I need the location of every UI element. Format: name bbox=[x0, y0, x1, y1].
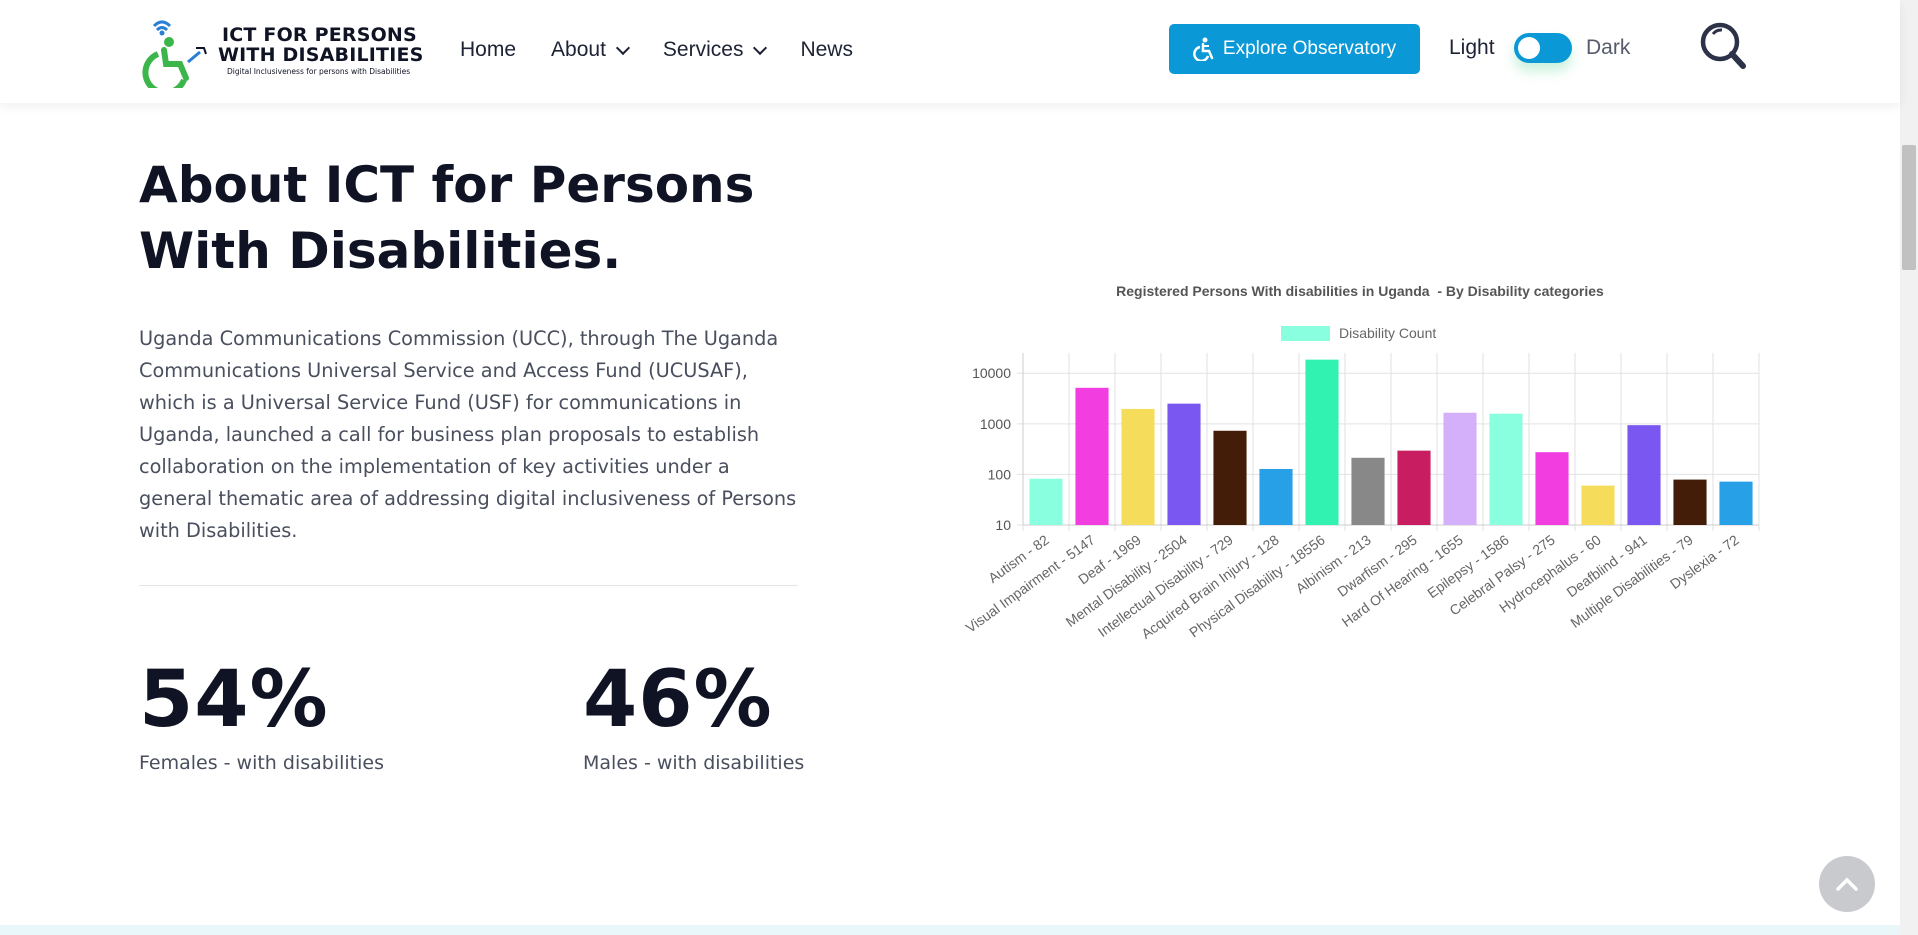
chart-canvas: 10100100010000Autism - 82Visual Impairme… bbox=[963, 353, 1760, 642]
nav-about-label: About bbox=[551, 38, 606, 61]
stat-females: 54% Females - with disabilities bbox=[139, 650, 384, 774]
main-nav: Home About Services News bbox=[460, 0, 888, 100]
theme-toggle[interactable] bbox=[1514, 33, 1572, 63]
scrollbar-thumb[interactable] bbox=[1902, 145, 1916, 270]
disability-chart: Registered Persons With disabilities in … bbox=[950, 270, 1770, 670]
y-tick-label: 10000 bbox=[972, 365, 1011, 381]
chart-bar[interactable] bbox=[1259, 468, 1293, 525]
chart-bar[interactable] bbox=[1719, 481, 1753, 525]
stat-value: 46% bbox=[583, 655, 773, 745]
site-header: ICT FOR PERSONS WITH DISABILITIES Digita… bbox=[0, 0, 1900, 103]
chart-bar[interactable] bbox=[1627, 425, 1661, 525]
chart-bar[interactable] bbox=[1029, 478, 1063, 525]
search-button[interactable] bbox=[1698, 20, 1748, 70]
nav-services-label: Services bbox=[662, 38, 744, 61]
explore-observatory-button[interactable]: Explore Observatory bbox=[1169, 24, 1420, 74]
nav-news-label: News bbox=[800, 38, 853, 61]
y-tick-label: 10 bbox=[995, 517, 1011, 533]
chart-bar[interactable] bbox=[1535, 452, 1569, 525]
chart-bar[interactable] bbox=[1489, 413, 1523, 525]
nav-services[interactable]: Services bbox=[662, 38, 768, 62]
stat-value: 54% bbox=[139, 655, 329, 745]
toggle-knob bbox=[1518, 37, 1540, 59]
nav-home[interactable]: Home bbox=[460, 38, 516, 62]
divider bbox=[139, 585, 798, 586]
page-scrollbar[interactable] bbox=[1900, 0, 1918, 935]
chevron-up-icon bbox=[1836, 877, 1858, 891]
wheelchair-logo-icon bbox=[142, 20, 207, 88]
logo-line1: ICT FOR PERSONS bbox=[222, 24, 417, 46]
chart-bar[interactable] bbox=[1121, 408, 1155, 525]
about-paragraph: Uganda Communications Commission (UCC), … bbox=[139, 327, 797, 542]
logo-tagline: Digital Inclusiveness for persons with D… bbox=[227, 67, 411, 76]
nav-about[interactable]: About bbox=[551, 38, 630, 62]
chevron-down-icon bbox=[615, 40, 630, 55]
chart-bar[interactable] bbox=[1581, 485, 1615, 525]
chart-bar[interactable] bbox=[1397, 450, 1431, 525]
explore-button-label: Explore Observatory bbox=[1222, 38, 1397, 59]
nav-home-label: Home bbox=[460, 38, 517, 61]
chevron-down-icon bbox=[753, 40, 768, 55]
chart-bar[interactable] bbox=[1673, 479, 1707, 525]
chart-bar[interactable] bbox=[1167, 403, 1201, 525]
y-tick-label: 100 bbox=[988, 466, 1012, 482]
search-icon bbox=[1700, 22, 1746, 69]
nav-news[interactable]: News bbox=[800, 38, 853, 62]
chart-bar[interactable] bbox=[1351, 457, 1385, 525]
site-logo[interactable]: ICT FOR PERSONS WITH DISABILITIES Digita… bbox=[140, 12, 423, 88]
back-to-top-button[interactable] bbox=[1819, 856, 1875, 912]
logo-line2: WITH DISABILITIES bbox=[218, 44, 424, 66]
page-title: About ICT for Persons With Disabilities. bbox=[139, 156, 755, 280]
stat-males: 46% Males - with disabilities bbox=[583, 650, 804, 774]
stat-label: Females - with disabilities bbox=[139, 752, 384, 774]
theme-dark-label: Dark bbox=[1586, 36, 1631, 59]
theme-light-label: Light bbox=[1449, 36, 1495, 59]
footer-strip bbox=[0, 925, 1900, 935]
chart-bar[interactable] bbox=[1213, 430, 1247, 525]
accessibility-icon bbox=[1193, 37, 1214, 61]
chart-bar[interactable] bbox=[1075, 387, 1109, 525]
stat-label: Males - with disabilities bbox=[583, 752, 805, 774]
chart-bar[interactable] bbox=[1443, 412, 1477, 525]
chart-bar[interactable] bbox=[1305, 359, 1339, 525]
y-tick-label: 1000 bbox=[980, 416, 1011, 432]
